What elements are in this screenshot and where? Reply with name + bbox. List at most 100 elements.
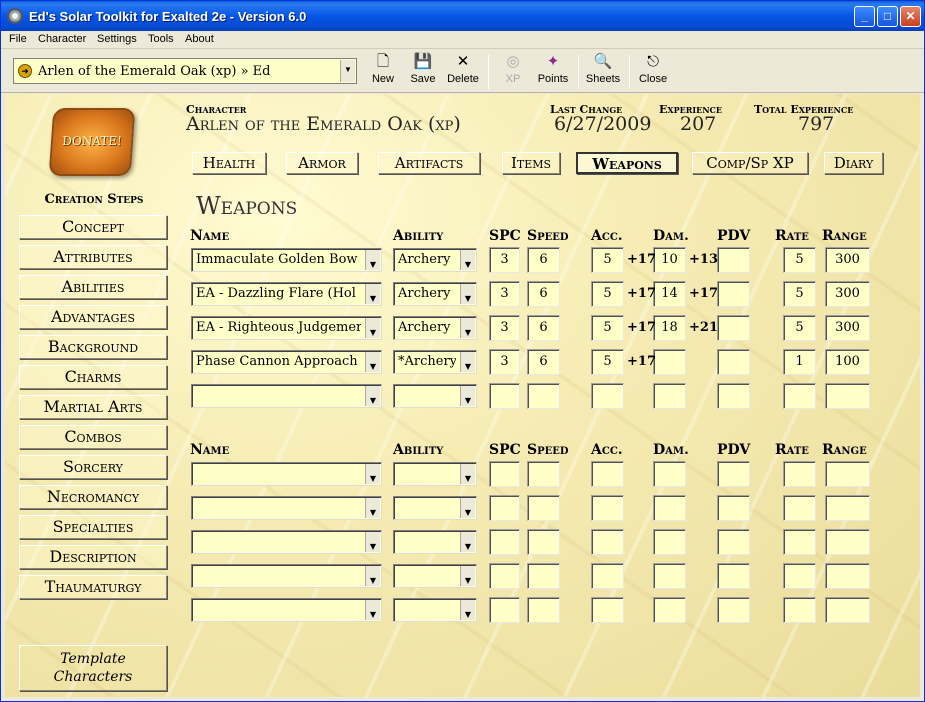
tab-diary[interactable]: Diary [824, 152, 883, 174]
step-combos[interactable]: Combos [19, 425, 167, 449]
weapon-name-select[interactable]: EA - Dazzling Flare (Hol [191, 282, 382, 306]
pdv-field[interactable] [717, 597, 750, 623]
chevron-down-icon[interactable] [365, 498, 380, 519]
tab-armor[interactable]: Armor [286, 152, 358, 174]
new-button[interactable]: 🗋 New [368, 53, 398, 91]
step-attributes[interactable]: Attributes [19, 245, 167, 269]
close-button[interactable]: ⎋ Close [637, 53, 669, 91]
rate-field[interactable] [783, 461, 816, 487]
spc-field[interactable] [489, 383, 520, 409]
donate-button[interactable]: DONATE! [48, 108, 136, 176]
chevron-down-icon[interactable] [365, 386, 380, 407]
chevron-down-icon[interactable] [460, 318, 475, 339]
tab-items[interactable]: Items [502, 152, 560, 174]
acc-field[interactable] [591, 597, 624, 623]
dam-field[interactable]: 18 [653, 315, 686, 341]
spc-field[interactable]: 3 [489, 281, 520, 307]
chevron-down-icon[interactable] [365, 532, 380, 553]
range-field[interactable] [825, 495, 870, 521]
speed-field[interactable]: 6 [527, 247, 560, 273]
range-field[interactable]: 300 [825, 315, 870, 341]
pdv-field[interactable] [717, 383, 750, 409]
tab-comp-sp-xp[interactable]: Comp/Sp XP [692, 152, 808, 174]
spc-field[interactable] [489, 529, 520, 555]
rate-field[interactable] [783, 597, 816, 623]
speed-field[interactable] [527, 597, 560, 623]
tab-artifacts[interactable]: Artifacts [378, 152, 480, 174]
pdv-field[interactable] [717, 461, 750, 487]
chevron-down-icon[interactable] [460, 566, 475, 587]
rate-field[interactable]: 5 [783, 281, 816, 307]
speed-field[interactable] [527, 495, 560, 521]
acc-field[interactable] [591, 529, 624, 555]
acc-field[interactable]: 5 [591, 281, 624, 307]
chevron-down-icon[interactable] [365, 250, 380, 271]
speed-field[interactable]: 6 [527, 349, 560, 375]
tab-weapons[interactable]: Weapons [576, 152, 678, 174]
ability-select[interactable] [393, 496, 477, 520]
rate-field[interactable] [783, 563, 816, 589]
ability-select[interactable]: Archery [393, 316, 477, 340]
ability-select[interactable]: Archery [393, 248, 477, 272]
pdv-field[interactable] [717, 529, 750, 555]
step-abilities[interactable]: Abilities [19, 275, 167, 299]
acc-field[interactable] [591, 383, 624, 409]
step-specialties[interactable]: Specialties [19, 515, 167, 539]
speed-field[interactable] [527, 383, 560, 409]
pdv-field[interactable] [717, 563, 750, 589]
acc-field[interactable]: 5 [591, 315, 624, 341]
acc-field[interactable] [591, 563, 624, 589]
ability-select[interactable]: *Archery [393, 350, 477, 374]
dam-field[interactable]: 10 [653, 247, 686, 273]
spc-field[interactable]: 3 [489, 315, 520, 341]
spc-field[interactable]: 3 [489, 247, 520, 273]
speed-field[interactable] [527, 461, 560, 487]
speed-field[interactable]: 6 [527, 281, 560, 307]
rate-field[interactable]: 1 [783, 349, 816, 375]
chevron-down-icon[interactable] [460, 284, 475, 305]
speed-field[interactable] [527, 563, 560, 589]
ability-select[interactable] [393, 384, 477, 408]
range-field[interactable]: 300 [825, 281, 870, 307]
spc-field[interactable] [489, 563, 520, 589]
weapon-name-select[interactable] [191, 462, 382, 486]
chevron-down-icon[interactable] [460, 464, 475, 485]
chevron-down-icon[interactable] [460, 532, 475, 553]
character-select[interactable]: ➜ Arlen of the Emerald Oak (xp) » Ed [13, 58, 357, 84]
chevron-down-icon[interactable] [365, 352, 380, 373]
menu-character[interactable]: Character [38, 33, 86, 45]
xp-button[interactable]: ◎ XP [500, 53, 526, 91]
pdv-field[interactable] [717, 315, 750, 341]
weapon-name-select[interactable]: EA - Righteous Judgemer [191, 316, 382, 340]
chevron-down-icon[interactable] [365, 566, 380, 587]
chevron-down-icon[interactable] [460, 352, 475, 373]
dam-field[interactable] [653, 461, 686, 487]
weapon-name-select[interactable] [191, 496, 382, 520]
pdv-field[interactable] [717, 495, 750, 521]
dam-field[interactable] [653, 495, 686, 521]
dam-field[interactable] [653, 563, 686, 589]
rate-field[interactable] [783, 383, 816, 409]
range-field[interactable] [825, 563, 870, 589]
acc-field[interactable] [591, 461, 624, 487]
rate-field[interactable] [783, 529, 816, 555]
step-necromancy[interactable]: Necromancy [19, 485, 167, 509]
range-field[interactable]: 300 [825, 247, 870, 273]
weapon-name-select[interactable] [191, 530, 382, 554]
step-thaumaturgy[interactable]: Thaumaturgy [19, 575, 167, 599]
spc-field[interactable] [489, 495, 520, 521]
title-bar[interactable]: Ed's Solar Toolkit for Exalted 2e - Vers… [1, 1, 924, 31]
step-charms[interactable]: Charms [19, 365, 167, 389]
weapon-name-select[interactable] [191, 384, 382, 408]
close-window-button[interactable]: ✕ [900, 6, 921, 27]
dam-field[interactable] [653, 383, 686, 409]
weapon-name-select[interactable] [191, 564, 382, 588]
spc-field[interactable] [489, 461, 520, 487]
menu-tools[interactable]: Tools [148, 33, 174, 45]
ability-select[interactable] [393, 598, 477, 622]
dam-field[interactable]: 14 [653, 281, 686, 307]
chevron-down-icon[interactable] [460, 250, 475, 271]
pdv-field[interactable] [717, 281, 750, 307]
chevron-down-icon[interactable] [365, 600, 380, 621]
step-sorcery[interactable]: Sorcery [19, 455, 167, 479]
